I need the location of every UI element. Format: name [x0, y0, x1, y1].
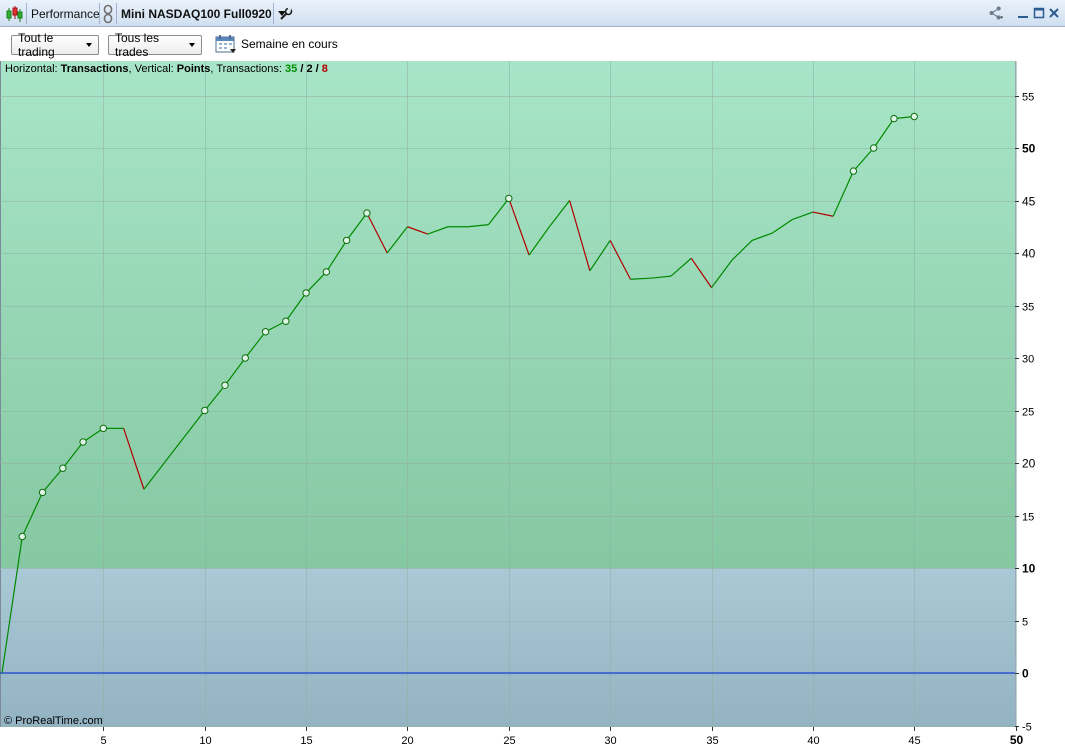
equity-high-marker: [870, 144, 878, 152]
threshold-zone: [0, 568, 1015, 727]
candlestick-icon: [5, 0, 23, 27]
instrument-label: Mini NASDAQ100 Full0920: [121, 6, 272, 21]
period-label[interactable]: Semaine en cours: [241, 37, 338, 51]
title-bar: Performance Mini NASDAQ100 Full0920: [0, 0, 1065, 27]
chart-info-line: Horizontal: Transactions, Vertical: Poin…: [5, 63, 328, 75]
axis-background: [1015, 61, 1065, 747]
chevron-down-icon: [189, 43, 195, 47]
equity-curve-chart: 5 10 15 20 25 30 35 40 45 50-50510152025303540455…: [0, 61, 1065, 747]
equity-high-marker: [261, 328, 270, 336]
trading-filter-label: Tout le trading: [18, 31, 55, 59]
equity-high-marker: [18, 532, 26, 541]
trades-filter-label: Tous les trades: [115, 31, 160, 59]
equity-high-marker: [849, 167, 858, 175]
y-tick-label: 5: [1022, 617, 1028, 629]
trades-filter-dropdown[interactable]: Tous les trades: [108, 31, 202, 59]
y-tick-label: -5: [1022, 722, 1032, 734]
equity-high-marker: [241, 354, 249, 362]
info-separator: /: [312, 63, 322, 75]
info-vertical-prefix: , Vertical:: [128, 63, 177, 75]
equity-high-marker: [59, 464, 67, 472]
equity-high-marker: [282, 317, 290, 325]
x-tick-label: 50: [1010, 733, 1024, 747]
y-tick-label: 25: [1022, 407, 1034, 419]
x-tick-label: 15: [300, 735, 312, 747]
y-tick-label: 45: [1022, 195, 1036, 209]
minimize-icon[interactable]: [1015, 5, 1031, 21]
copyright-text: © ProRealTime.com: [4, 715, 103, 727]
x-tick-label: 20: [401, 735, 413, 747]
trading-filter-dropdown[interactable]: Tout le trading: [11, 31, 99, 59]
y-tick-label: 10: [1022, 562, 1036, 576]
info-vertical-value: Points: [176, 63, 211, 75]
chevron-down-icon: [86, 43, 92, 47]
equity-high-marker: [322, 268, 331, 276]
share-icon[interactable]: [988, 5, 1004, 21]
y-tick-label: 30: [1022, 354, 1034, 366]
y-tick-label: 55: [1022, 92, 1034, 104]
equity-high-marker: [79, 438, 87, 446]
toolbar: Tout le trading Tous les trades: [0, 27, 1065, 61]
info-horizontal-prefix: Horizontal:: [5, 63, 61, 75]
x-tick-label: 5: [100, 735, 106, 747]
wrench-icon[interactable]: [279, 0, 293, 27]
equity-high-marker: [910, 112, 918, 121]
x-tick-label: 30: [604, 735, 616, 747]
calendar-icon[interactable]: [215, 34, 237, 57]
instrument-selector[interactable]: Mini NASDAQ100 Full0920: [121, 0, 286, 27]
equity-high-marker: [363, 209, 371, 217]
x-tick-label: 40: [807, 735, 819, 747]
x-tick-label: 25: [503, 735, 515, 747]
x-tick-label: 10: [199, 735, 211, 747]
equity-high-marker: [342, 236, 351, 245]
equity-high-marker: [302, 289, 310, 297]
equity-high-marker: [99, 424, 108, 433]
panel-title: Performance: [31, 6, 100, 21]
equity-high-marker: [38, 488, 47, 497]
y-tick-label: 40: [1022, 247, 1036, 261]
x-tick-label: 45: [908, 735, 920, 747]
y-tick-label: 50: [1022, 142, 1036, 156]
y-tick-label: 0: [1022, 667, 1029, 681]
info-horizontal-value: Transactions: [60, 63, 129, 75]
y-tick-label: 15: [1022, 512, 1034, 524]
equity-high-marker: [221, 381, 229, 389]
x-tick-label: 35: [706, 735, 718, 747]
positive-zone: [0, 61, 1015, 568]
info-transactions-prefix: , Transactions:: [210, 63, 286, 75]
equity-high-marker: [505, 194, 513, 203]
equity-chart: 5 10 15 20 25 30 35 40 45 50 -5 0 5 10 15 20 25 30 35 40 45 5…: [0, 61, 1065, 747]
equity-high-marker: [890, 114, 898, 123]
link-chain-icon[interactable]: [102, 0, 114, 27]
info-loser-count: 8: [321, 63, 328, 75]
equity-high-marker: [201, 406, 209, 415]
y-tick-label: 35: [1022, 302, 1034, 314]
y-tick-label: 20: [1022, 457, 1036, 471]
close-icon[interactable]: [1046, 5, 1062, 21]
info-total-count: 35: [285, 63, 298, 75]
maximize-icon[interactable]: [1031, 5, 1047, 21]
